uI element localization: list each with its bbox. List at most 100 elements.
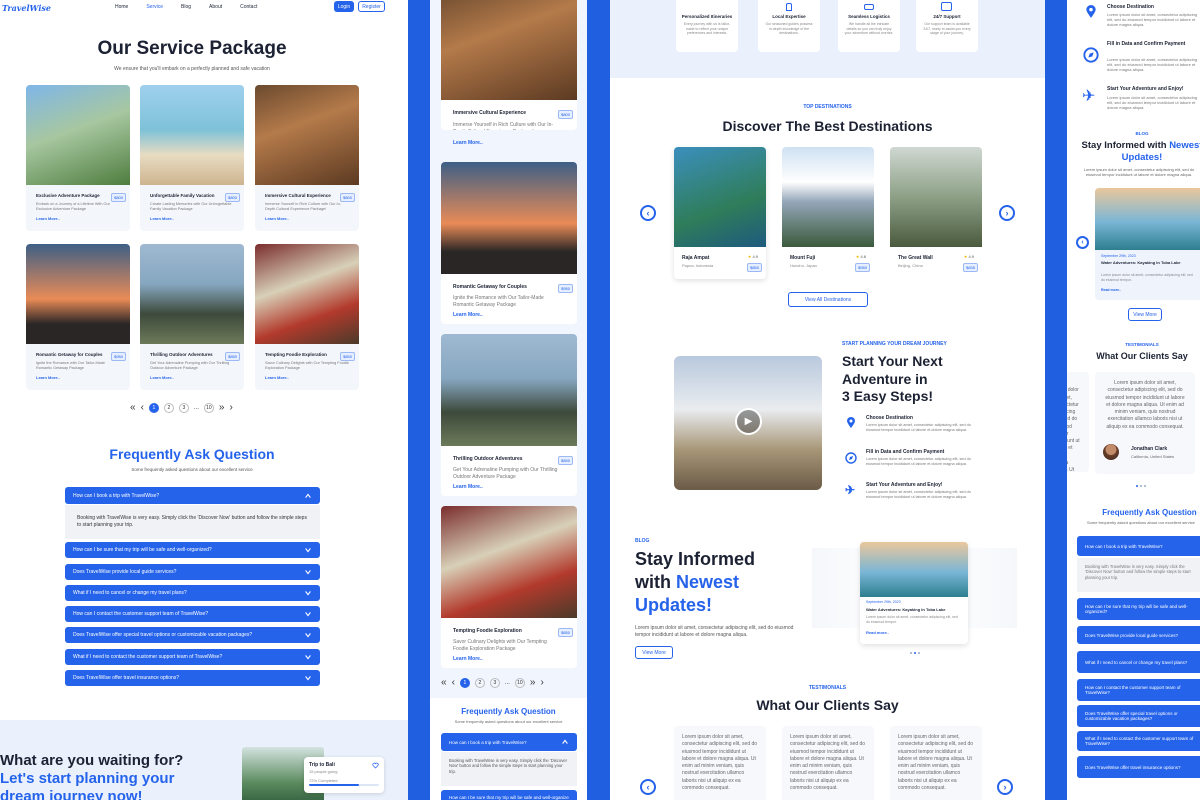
page-3-button[interactable]: 3	[178, 402, 189, 413]
package-price: $850	[340, 352, 355, 361]
package-card[interactable]: Unforgettable Family Vacation $800 Creat…	[140, 85, 244, 231]
learn-more-link[interactable]: Learn More..	[453, 312, 483, 319]
destination-card[interactable]: Raja Ampat Papua, Indonesia ★ 4.9 $850	[674, 147, 766, 279]
first-page-button[interactable]: «	[130, 402, 136, 413]
package-card[interactable]: Thrilling Outdoor Adventures $850 Get Yo…	[441, 334, 577, 496]
package-card[interactable]: Exclusive Adventure Package $800 Embark …	[26, 85, 130, 231]
testimonials-prev-button[interactable]: ‹	[640, 779, 656, 795]
page-3-button[interactable]: 3	[489, 677, 500, 688]
blog-prev-button[interactable]: ‹	[1076, 236, 1089, 249]
carousel-dot[interactable]	[1144, 485, 1146, 487]
package-card[interactable]: Thrilling Outdoor Adventures $850 Get Yo…	[140, 244, 244, 390]
package-card[interactable]: Romantic Getaway for Couples $950 Ignite…	[441, 162, 577, 324]
faq-item[interactable]: How can I be sure that my trip will be s…	[441, 790, 577, 800]
next-page-button[interactable]: ›	[540, 677, 543, 688]
read-more-link[interactable]: Read more..	[1101, 288, 1121, 293]
faq-item[interactable]: How can I be sure that my trip will be s…	[1077, 598, 1200, 620]
prev-page-button[interactable]: ‹	[141, 402, 144, 413]
carousel-dot[interactable]	[918, 652, 920, 654]
heart-icon[interactable]	[372, 762, 379, 769]
nav-contact[interactable]: Contact	[240, 4, 257, 10]
nav-service[interactable]: Service	[146, 4, 163, 10]
prev-page-button[interactable]: ‹	[452, 677, 455, 688]
feature-card: Personalized Itineraries Every journey w…	[676, 0, 738, 52]
feature-desc: We handle all the intricate details so y…	[844, 22, 894, 36]
nav-home[interactable]: Home	[115, 4, 128, 10]
play-icon[interactable]: ▶	[735, 408, 762, 435]
testimonials-next-button[interactable]: ›	[997, 779, 1013, 795]
page-10-button[interactable]: 10	[203, 402, 214, 413]
blog-desc: Lorem ipsum dolor sit amet, consectetur …	[635, 625, 794, 638]
faq-item[interactable]: What if I need to contact the customer s…	[1077, 731, 1200, 751]
destination-card[interactable]: The Great Wall Beijing, China ★ 4.9 $835	[890, 147, 982, 279]
faq-item[interactable]: How can I contact the customer support t…	[65, 606, 320, 622]
learn-more-link[interactable]: Learn More..	[265, 216, 289, 221]
trip-subtitle: 15 people going	[309, 768, 338, 774]
faq-answer: Booking with TravelWise is very easy. Si…	[77, 515, 307, 528]
next-page-button[interactable]: ›	[229, 402, 232, 413]
page-2-button[interactable]: 2	[474, 677, 485, 688]
nav-about[interactable]: About	[209, 4, 222, 10]
carousel-dot[interactable]	[1140, 485, 1142, 487]
first-page-button[interactable]: «	[441, 677, 447, 688]
carousel-prev-button[interactable]: ‹	[640, 205, 656, 221]
login-button[interactable]: Login	[334, 1, 354, 12]
read-more-link[interactable]: Read more..	[866, 630, 889, 635]
chevron-down-icon	[305, 633, 311, 638]
blog-label: BLOG	[1135, 131, 1149, 136]
page-2-button[interactable]: 2	[163, 402, 174, 413]
faq-item-open[interactable]: How can I book a trip with TravelWise?	[1077, 536, 1200, 556]
page-1-button[interactable]: 1	[459, 677, 470, 688]
learn-more-link[interactable]: Learn More..	[453, 140, 483, 147]
page-1-button[interactable]: 1	[148, 402, 159, 413]
faq-item[interactable]: How can I contact the customer support t…	[1077, 679, 1200, 701]
page-10-button[interactable]: 10	[514, 677, 525, 688]
carousel-dot[interactable]	[910, 652, 912, 654]
blog-post-card[interactable]: September 29th, 2023 Water Adventures: K…	[860, 542, 968, 644]
feature-title: Local Expertise	[772, 14, 806, 19]
package-name: Thrilling Outdoor Adventures	[453, 456, 523, 462]
faq-item[interactable]: How can I be sure that my trip will be s…	[65, 542, 320, 558]
blog-post-card[interactable]: September 29th, 2023 Water Adventures: K…	[1095, 188, 1200, 300]
view-more-button[interactable]: View More	[1128, 308, 1162, 321]
faq-item[interactable]: What if I need to contact the customer s…	[65, 649, 320, 665]
nav-blog[interactable]: Blog	[181, 4, 191, 10]
learn-more-link[interactable]: Learn More..	[36, 375, 60, 380]
hiking-video-thumbnail[interactable]: ▶	[674, 356, 822, 490]
faq-item[interactable]: Does TravelWise offer travel insurance o…	[65, 670, 320, 686]
package-card[interactable]: Immersive Cultural Experience $800 Immer…	[441, 0, 577, 130]
desktop-home-page: Personalized Itineraries Every journey w…	[610, 0, 1045, 800]
faq-item-open[interactable]: How can I book a trip with TravelWise?	[65, 487, 320, 504]
carousel-dot-active[interactable]	[914, 652, 916, 654]
destination-card[interactable]: Mount Fuji Honshu, Japan ★ 4.8 $950	[782, 147, 874, 279]
faq-item[interactable]: Does TravelWise provide local guide serv…	[1077, 626, 1200, 644]
package-card[interactable]: Romantic Getaway for Couples $950 Ignite…	[26, 244, 130, 390]
package-desc: Ignite the Romance with Our Tailor-Made …	[453, 295, 544, 308]
learn-more-link[interactable]: Learn More..	[453, 656, 483, 663]
carousel-dot-active[interactable]	[1136, 485, 1138, 487]
faq-item[interactable]: What if I need to cancel or change my tr…	[1077, 651, 1200, 673]
learn-more-link[interactable]: Learn More..	[150, 216, 174, 221]
brand-logo[interactable]: TravelWise	[2, 3, 51, 13]
last-page-button[interactable]: »	[530, 677, 536, 688]
faq-item[interactable]: Does TravelWise offer special travel opt…	[1077, 705, 1200, 727]
trip-card[interactable]: Trip to Bali 15 people going 72% Complet…	[304, 757, 384, 793]
learn-more-link[interactable]: Learn More..	[453, 484, 483, 491]
package-card[interactable]: Tempting Foodie Exploration $850 Savor C…	[255, 244, 359, 390]
faq-item[interactable]: Does TravelWise provide local guide serv…	[65, 564, 320, 580]
faq-item[interactable]: What if I need to cancel or change my tr…	[65, 585, 320, 601]
faq-item-open[interactable]: How can I book a trip with TravelWise?	[441, 733, 577, 751]
last-page-button[interactable]: »	[219, 402, 225, 413]
faq-item[interactable]: Does TravelWise offer travel insurance o…	[1077, 756, 1200, 778]
step-desc: Lorem ipsum dolor sit amet, consectetur …	[1107, 95, 1198, 111]
view-more-button[interactable]: View More	[635, 646, 673, 659]
learn-more-link[interactable]: Learn More..	[150, 375, 174, 380]
register-button[interactable]: Register	[358, 1, 385, 12]
faq-item[interactable]: Does TravelWise offer special travel opt…	[65, 627, 320, 643]
package-card[interactable]: Tempting Foodie Exploration $850 Savor C…	[441, 506, 577, 668]
learn-more-link[interactable]: Learn More..	[265, 375, 289, 380]
learn-more-link[interactable]: Learn More..	[36, 216, 60, 221]
package-card[interactable]: Immersive Cultural Experience $800 Immer…	[255, 85, 359, 231]
carousel-next-button[interactable]: ›	[999, 205, 1015, 221]
view-all-destinations-button[interactable]: View All Destinations	[788, 292, 868, 307]
